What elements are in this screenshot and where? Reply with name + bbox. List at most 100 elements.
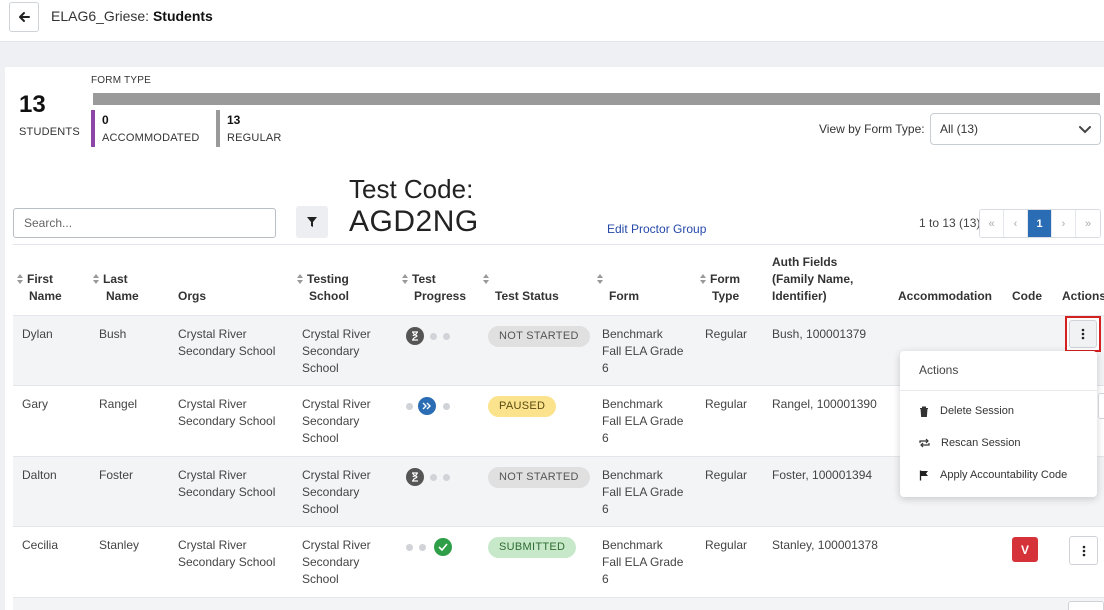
school-line1: Crystal River bbox=[302, 538, 371, 552]
back-arrow-icon bbox=[19, 12, 30, 22]
org-cell: Crystal River Secondary School bbox=[178, 326, 275, 360]
school-line3: School bbox=[302, 361, 339, 375]
hourglass-icon bbox=[406, 468, 424, 486]
first-page-button[interactable]: « bbox=[980, 210, 1004, 237]
progress-dot bbox=[443, 403, 450, 410]
form-line1: Benchmark bbox=[602, 538, 663, 552]
students-label: STUDENTS bbox=[19, 126, 80, 138]
col-actions: Actions bbox=[1062, 289, 1104, 303]
col-auth-fields-line3: Identifier) bbox=[772, 289, 827, 303]
next-page-button[interactable]: › bbox=[1052, 210, 1076, 237]
form-line3: 6 bbox=[602, 572, 609, 586]
accountability-code-badge[interactable]: V bbox=[1012, 537, 1038, 562]
form-line3: 6 bbox=[602, 502, 609, 516]
actions-menu-title: Actions bbox=[919, 363, 959, 377]
form-line2: Fall ELA Grade bbox=[602, 555, 684, 569]
form-line2: Fall ELA Grade bbox=[602, 344, 684, 358]
form-line2: Fall ELA Grade bbox=[602, 414, 684, 428]
school-cell: Crystal River Secondary School bbox=[302, 326, 371, 377]
view-by-form-type-value: All (13) bbox=[940, 122, 979, 136]
flag-icon bbox=[919, 470, 928, 480]
sort-icon bbox=[402, 274, 408, 284]
back-button[interactable] bbox=[9, 2, 39, 32]
col-test-progress[interactable]: Test Progress bbox=[402, 271, 466, 305]
col-last-name-line2: Name bbox=[106, 289, 139, 303]
accommodated-count: 0 bbox=[102, 113, 109, 127]
chevron-down-icon bbox=[1079, 126, 1091, 134]
apply-accountability-code-item[interactable]: Apply Accountability Code bbox=[919, 466, 1067, 484]
auth-fields-cell: Stanley, 100001378 bbox=[772, 538, 878, 552]
form-line2: Fall ELA Grade bbox=[602, 485, 684, 499]
org-cell: Crystal River Secondary School bbox=[178, 537, 275, 571]
col-form-type-line2: Type bbox=[712, 289, 740, 303]
form-line3: 6 bbox=[602, 361, 609, 375]
page-title-prefix: ELAG6_Griese: bbox=[51, 8, 153, 24]
school-cell: Crystal River Secondary School bbox=[302, 537, 371, 588]
delete-session-item[interactable]: Delete Session bbox=[919, 402, 1014, 420]
last-name-cell: Rangel bbox=[99, 397, 138, 411]
last-page-button[interactable]: » bbox=[1076, 210, 1100, 237]
col-form-type[interactable]: Form Type bbox=[700, 271, 740, 305]
col-testing-school[interactable]: Testing School bbox=[297, 271, 349, 305]
previous-page-button[interactable]: ‹ bbox=[1004, 210, 1028, 237]
form-type-label: FORM TYPE bbox=[91, 75, 151, 86]
sort-icon bbox=[597, 274, 603, 284]
school-cell: Crystal River Secondary School bbox=[302, 396, 371, 447]
progress-dot bbox=[443, 333, 450, 340]
actions-menu: Actions Delete Session Rescan Session Ap… bbox=[900, 351, 1097, 497]
school-line2: Secondary bbox=[302, 414, 360, 428]
test-progress bbox=[406, 538, 452, 556]
org-line1: Crystal River bbox=[178, 327, 247, 341]
col-test-status[interactable]: Test Status bbox=[483, 271, 559, 305]
filter-button[interactable] bbox=[296, 206, 328, 238]
status-badge: NOT STARTED bbox=[488, 467, 590, 488]
form-type-cell: Regular bbox=[705, 397, 748, 411]
page-title: ELAG6_Griese: Students bbox=[51, 8, 213, 24]
progress-dot bbox=[443, 474, 450, 481]
edit-proctor-group-link[interactable]: Edit Proctor Group bbox=[607, 222, 706, 236]
form-cell: Benchmark Fall ELA Grade 6 bbox=[602, 396, 683, 447]
progress-dot bbox=[406, 403, 413, 410]
progress-dot bbox=[406, 544, 413, 551]
view-by-form-type-select[interactable]: All (13) bbox=[930, 113, 1101, 145]
first-name-cell: Gary bbox=[22, 397, 49, 411]
row-actions-button-inner bbox=[1069, 320, 1097, 348]
col-form[interactable]: Form bbox=[597, 271, 639, 305]
test-progress bbox=[406, 468, 452, 486]
test-code-value: AGD2NG bbox=[349, 205, 479, 238]
col-last-name[interactable]: Last Name bbox=[93, 271, 139, 305]
progress-dot bbox=[430, 333, 437, 340]
col-orgs: Orgs bbox=[178, 289, 207, 303]
row-actions-button-partial[interactable] bbox=[1098, 393, 1104, 419]
filter-icon bbox=[307, 217, 317, 227]
school-line2: Secondary bbox=[302, 555, 360, 569]
row-actions-button[interactable] bbox=[1069, 536, 1098, 565]
test-progress bbox=[406, 327, 452, 345]
col-first-name[interactable]: First Name bbox=[17, 271, 62, 305]
row-actions-button[interactable] bbox=[1065, 316, 1101, 352]
school-cell: Crystal River Secondary School bbox=[302, 467, 371, 518]
col-last-name-line1: Last bbox=[103, 272, 128, 286]
hourglass-icon bbox=[406, 327, 424, 345]
sort-icon bbox=[297, 274, 303, 284]
more-vertical-icon bbox=[1081, 328, 1085, 340]
rescan-session-item[interactable]: Rescan Session bbox=[919, 434, 1021, 452]
last-name-cell: Bush bbox=[99, 327, 127, 341]
col-accommodation: Accommodation bbox=[898, 289, 993, 303]
status-badge: PAUSED bbox=[488, 396, 557, 417]
col-test-status-label: Test Status bbox=[495, 289, 559, 303]
page-1-button[interactable]: 1 bbox=[1028, 210, 1052, 237]
form-line1: Benchmark bbox=[602, 468, 663, 482]
search-input[interactable]: Search... bbox=[13, 208, 276, 238]
col-first-name-line1: First bbox=[27, 272, 54, 286]
school-line1: Crystal River bbox=[302, 468, 371, 482]
repeat-icon bbox=[919, 438, 930, 448]
first-name-cell: Dalton bbox=[22, 468, 57, 482]
regular-legend: 13 REGULAR bbox=[216, 110, 281, 147]
org-line2: Secondary School bbox=[178, 344, 276, 358]
school-line3: School bbox=[302, 572, 339, 586]
row-actions-button-partial[interactable] bbox=[1068, 601, 1104, 610]
form-type-cell: Regular bbox=[705, 468, 748, 482]
form-type-cell: Regular bbox=[705, 327, 748, 341]
sort-icon bbox=[700, 274, 706, 284]
